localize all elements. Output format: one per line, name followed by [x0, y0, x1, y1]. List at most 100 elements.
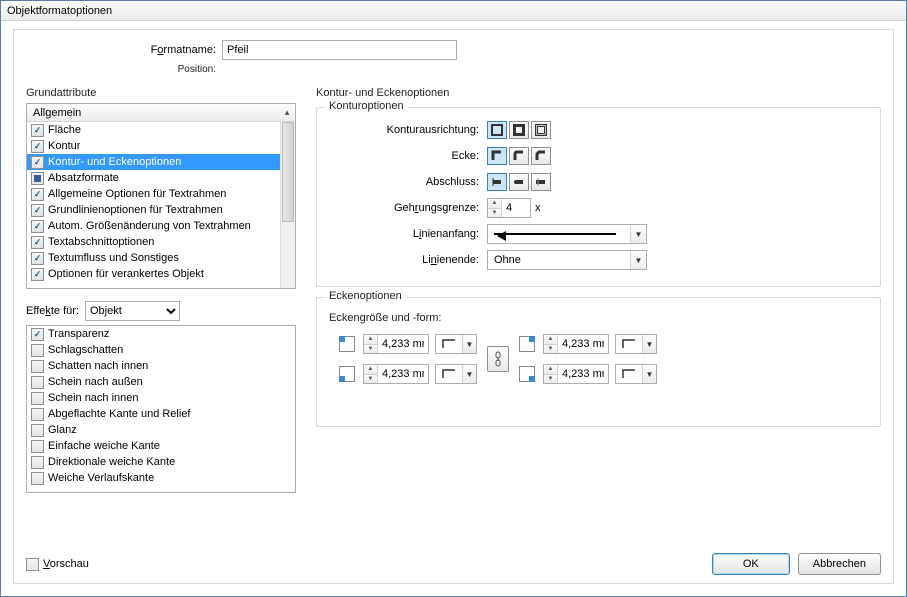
formatname-row: Formatname:: [126, 40, 881, 60]
list-item[interactable]: Schein nach außen: [27, 374, 295, 390]
link-corners-button[interactable]: [487, 346, 509, 372]
list-item-label: Schatten nach innen: [48, 360, 148, 372]
checkbox[interactable]: [31, 156, 44, 169]
checkbox[interactable]: [31, 268, 44, 281]
list-item[interactable]: Allgemeine Optionen für Textrahmen: [27, 186, 280, 202]
list-item-label: Fläche: [48, 124, 81, 136]
ok-button[interactable]: OK: [712, 553, 790, 575]
list-item[interactable]: Grundlinienoptionen für Textrahmen: [27, 202, 280, 218]
list-item[interactable]: Schlagschatten: [27, 342, 295, 358]
abschluss-label: Abschluss:: [329, 176, 479, 188]
align-outside-icon[interactable]: [531, 121, 551, 139]
list-item[interactable]: Kontur- und Eckenoptionen: [27, 154, 280, 170]
list-item-label: Textumfluss und Sonstiges: [48, 252, 179, 264]
checkbox[interactable]: [31, 220, 44, 233]
effects-label: Effekte für:: [26, 305, 79, 317]
checkbox[interactable]: [31, 252, 44, 265]
list-item-label: Transparenz: [48, 328, 109, 340]
list-item[interactable]: Kontur: [27, 138, 280, 154]
spin-down-icon[interactable]: ▼: [488, 209, 501, 218]
checkbox[interactable]: [31, 124, 44, 137]
ecken-group: Eckenoptionen Eckengröße und -form: ▲▼ ▼…: [316, 297, 881, 427]
gehrung-input[interactable]: [502, 199, 530, 217]
list-item[interactable]: Abgeflachte Kante und Relief: [27, 406, 295, 422]
projecting-cap-icon[interactable]: [531, 173, 551, 191]
ecken-sub-label: Eckengröße und -form:: [329, 312, 868, 324]
checkbox[interactable]: [31, 172, 44, 185]
grundattribute-list[interactable]: Allgemein ▲ Fläche KonturKontur- und Ecke…: [26, 103, 296, 289]
corner-tl-spinner[interactable]: ▲▼: [363, 334, 429, 354]
corner-tr-spinner[interactable]: ▲▼: [543, 334, 609, 354]
checkbox[interactable]: [31, 188, 44, 201]
checkbox[interactable]: [31, 472, 44, 485]
round-join-icon[interactable]: [509, 147, 529, 165]
list-item[interactable]: Glanz: [27, 422, 295, 438]
kontur-group: Konturoptionen Konturausrichtung: Ecke:: [316, 107, 881, 287]
list-item[interactable]: Autom. Größenänderung von Textrahmen: [27, 218, 280, 234]
corner-bl-spinner[interactable]: ▲▼: [363, 364, 429, 384]
grundattribute-title: Grundattribute: [26, 87, 296, 99]
linienende-combo[interactable]: Ohne ▼: [487, 250, 647, 270]
corner-br-input[interactable]: [558, 365, 608, 383]
vorschau-row[interactable]: Vorschau: [26, 558, 89, 571]
formatname-input[interactable]: [222, 40, 457, 60]
list-item-label: Autom. Größenänderung von Textrahmen: [48, 220, 251, 232]
linienanfang-value: [488, 233, 630, 235]
checkbox[interactable]: [31, 424, 44, 437]
list-item[interactable]: Absatzformate: [27, 170, 280, 186]
corner-bl-input[interactable]: [378, 365, 428, 383]
list-item[interactable]: Transparenz: [27, 326, 295, 342]
corner-tr-icon: [519, 336, 535, 352]
kontur-group-title: Konturoptionen: [325, 100, 408, 112]
list-item[interactable]: Einfache weiche Kante: [27, 438, 295, 454]
corner-tr-input[interactable]: [558, 335, 608, 353]
checkbox[interactable]: [31, 456, 44, 469]
list-item[interactable]: Schatten nach innen: [27, 358, 295, 374]
list-item[interactable]: Fläche: [27, 122, 280, 138]
dropdown-icon: ▼: [630, 225, 646, 243]
bevel-join-icon[interactable]: [531, 147, 551, 165]
checkbox[interactable]: [31, 440, 44, 453]
window-title: Objektformatoptionen: [7, 5, 112, 17]
list-item[interactable]: Textabschnittoptionen: [27, 234, 280, 250]
list-item[interactable]: Textumfluss und Sonstiges: [27, 250, 280, 266]
list-item[interactable]: Schein nach innen: [27, 390, 295, 406]
corner-tr-shape[interactable]: ▼: [615, 334, 657, 354]
ecke-buttons: [487, 147, 551, 165]
checkbox[interactable]: [31, 408, 44, 421]
corner-br-shape[interactable]: ▼: [615, 364, 657, 384]
corner-tl-input[interactable]: [378, 335, 428, 353]
effects-target-select[interactable]: Objekt: [85, 301, 180, 321]
checkbox[interactable]: [31, 344, 44, 357]
spin-up-icon[interactable]: ▲: [488, 199, 501, 209]
checkbox[interactable]: [31, 204, 44, 217]
checkbox[interactable]: [31, 376, 44, 389]
align-inside-icon[interactable]: [509, 121, 529, 139]
align-center-icon[interactable]: [487, 121, 507, 139]
round-cap-icon[interactable]: [509, 173, 529, 191]
checkbox[interactable]: [31, 360, 44, 373]
effects-list[interactable]: Transparenz Schlagschatten Schatten nach i…: [26, 325, 296, 493]
scrollbar[interactable]: [280, 122, 295, 288]
list-item-label: Einfache weiche Kante: [48, 440, 160, 452]
checkbox[interactable]: [31, 140, 44, 153]
list-item[interactable]: Weiche Verlaufskante: [27, 470, 295, 486]
miter-join-icon[interactable]: [487, 147, 507, 165]
effects-for-row: Effekte für: Objekt: [26, 301, 296, 321]
dropdown-icon: ▼: [630, 251, 646, 269]
corner-tl-shape[interactable]: ▼: [435, 334, 477, 354]
list-item[interactable]: Optionen für verankertes Objekt: [27, 266, 280, 282]
corner-bl-shape[interactable]: ▼: [435, 364, 477, 384]
linienanfang-combo[interactable]: ▼: [487, 224, 647, 244]
list-header-allgemein[interactable]: Allgemein ▲: [27, 104, 295, 122]
corner-br-spinner[interactable]: ▲▼: [543, 364, 609, 384]
vorschau-checkbox[interactable]: [26, 558, 39, 571]
cancel-button[interactable]: Abbrechen: [798, 553, 881, 575]
butt-cap-icon[interactable]: [487, 173, 507, 191]
gehrung-spinner[interactable]: ▲▼: [487, 198, 531, 218]
list-item[interactable]: Direktionale weiche Kante: [27, 454, 295, 470]
checkbox[interactable]: [31, 328, 44, 341]
scrollbar-thumb[interactable]: [282, 122, 294, 222]
checkbox[interactable]: [31, 236, 44, 249]
checkbox[interactable]: [31, 392, 44, 405]
